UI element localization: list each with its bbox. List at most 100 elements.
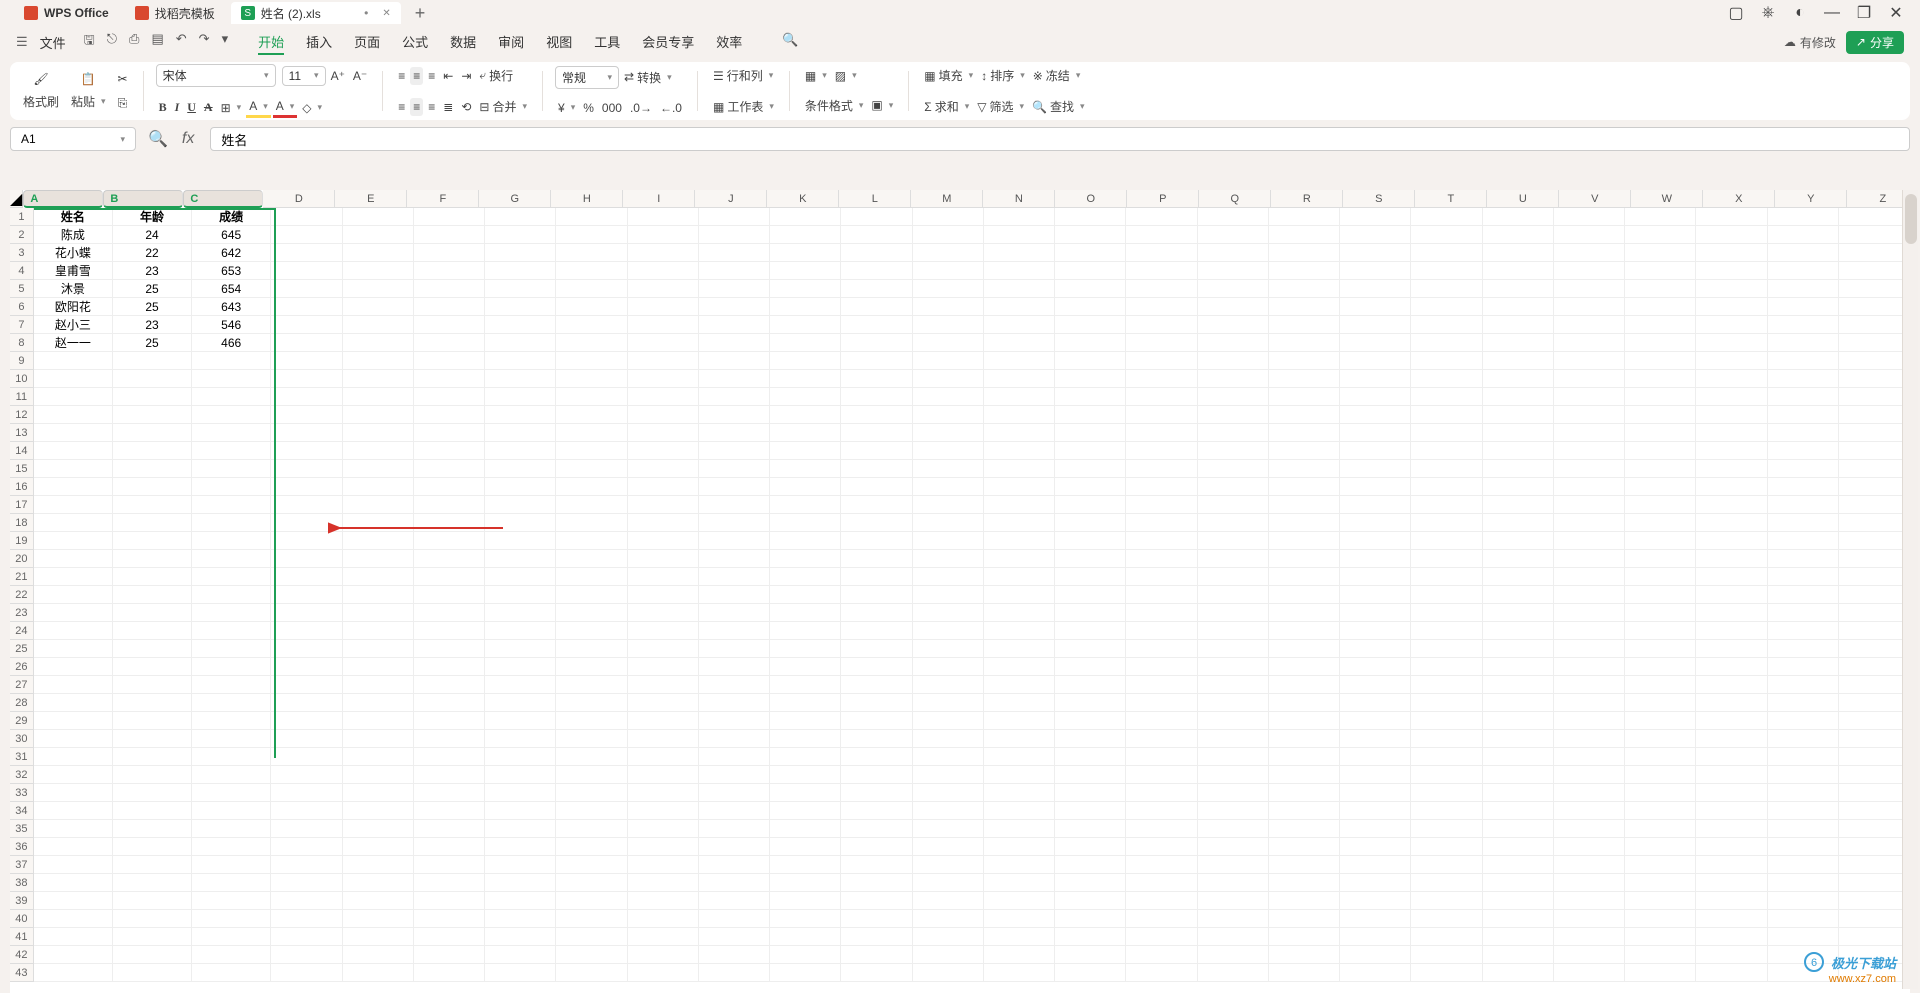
cell[interactable] (34, 352, 113, 370)
cell[interactable] (1340, 208, 1411, 226)
cell[interactable] (1340, 784, 1411, 802)
cell[interactable] (1340, 568, 1411, 586)
cell[interactable] (271, 892, 342, 910)
cell[interactable] (699, 568, 770, 586)
cell[interactable] (113, 676, 192, 694)
preview-icon[interactable]: ▤ (151, 31, 163, 53)
cell[interactable] (770, 244, 841, 262)
cell[interactable] (34, 532, 113, 550)
cell[interactable] (192, 640, 271, 658)
cell[interactable] (271, 568, 342, 586)
cell[interactable] (1340, 820, 1411, 838)
cell[interactable] (1625, 586, 1696, 604)
cell[interactable] (913, 298, 984, 316)
cell[interactable] (628, 604, 699, 622)
cell[interactable] (1055, 226, 1126, 244)
cell[interactable] (556, 856, 627, 874)
cell[interactable] (628, 892, 699, 910)
cell[interactable] (485, 640, 556, 658)
cell[interactable] (1269, 226, 1340, 244)
cell[interactable] (113, 568, 192, 586)
win-restore-icon[interactable]: ▢ (1720, 1, 1752, 25)
cell[interactable] (984, 820, 1055, 838)
cell[interactable] (1198, 856, 1269, 874)
cell[interactable] (113, 856, 192, 874)
row-header[interactable]: 8 (10, 334, 34, 352)
tab-formula[interactable]: 公式 (402, 30, 428, 55)
highlight-icon[interactable]: A▾ (246, 97, 271, 118)
cell[interactable] (1411, 388, 1482, 406)
cell[interactable] (913, 964, 984, 982)
cell[interactable] (414, 748, 485, 766)
cell[interactable] (628, 838, 699, 856)
cell[interactable] (1839, 478, 1910, 496)
cell[interactable] (1768, 730, 1839, 748)
cell[interactable] (1554, 244, 1625, 262)
cell[interactable] (34, 550, 113, 568)
cell[interactable] (984, 874, 1055, 892)
cell[interactable] (1055, 586, 1126, 604)
cell[interactable] (1625, 568, 1696, 586)
cell[interactable] (343, 298, 414, 316)
copy-icon[interactable]: ⎘ (115, 95, 131, 111)
cell[interactable] (770, 694, 841, 712)
cell[interactable] (1839, 640, 1910, 658)
cell[interactable] (34, 442, 113, 460)
cell[interactable] (1839, 370, 1910, 388)
cell[interactable] (1554, 334, 1625, 352)
fill-button[interactable]: ▦填充▾ (921, 65, 976, 86)
win-cube-icon[interactable]: ⎈ (1752, 1, 1784, 25)
cell[interactable] (841, 928, 912, 946)
cell[interactable] (841, 442, 912, 460)
cell[interactable] (343, 658, 414, 676)
cell[interactable] (1340, 874, 1411, 892)
cell[interactable] (414, 802, 485, 820)
cell[interactable] (1198, 406, 1269, 424)
cell[interactable] (34, 802, 113, 820)
cell[interactable] (913, 874, 984, 892)
cell[interactable] (414, 262, 485, 280)
cell[interactable] (414, 424, 485, 442)
cell[interactable] (770, 622, 841, 640)
cell[interactable] (1411, 694, 1482, 712)
cell[interactable] (271, 712, 342, 730)
cell[interactable] (1126, 262, 1197, 280)
cell[interactable] (271, 658, 342, 676)
cell[interactable]: 23 (113, 262, 192, 280)
cell[interactable] (1839, 874, 1910, 892)
cell[interactable] (1696, 406, 1767, 424)
cell[interactable] (1483, 226, 1554, 244)
cell[interactable] (113, 550, 192, 568)
cell[interactable] (841, 352, 912, 370)
cell[interactable] (1839, 622, 1910, 640)
cell[interactable] (343, 676, 414, 694)
cell[interactable] (1126, 298, 1197, 316)
cell[interactable] (1340, 280, 1411, 298)
cell[interactable] (1411, 478, 1482, 496)
cell[interactable] (1340, 298, 1411, 316)
cell[interactable] (556, 712, 627, 730)
cell[interactable] (556, 280, 627, 298)
cell[interactable] (1625, 838, 1696, 856)
col-header-S[interactable]: S (1343, 190, 1415, 208)
cell[interactable] (113, 766, 192, 784)
cell[interactable] (1839, 532, 1910, 550)
cell[interactable] (271, 748, 342, 766)
cell[interactable] (1839, 442, 1910, 460)
cell[interactable] (1483, 460, 1554, 478)
cell[interactable] (628, 334, 699, 352)
cell[interactable] (1554, 622, 1625, 640)
cell[interactable] (556, 586, 627, 604)
cell[interactable] (628, 424, 699, 442)
cell[interactable] (1483, 766, 1554, 784)
cell[interactable] (1411, 550, 1482, 568)
col-header-T[interactable]: T (1415, 190, 1487, 208)
cell[interactable] (841, 802, 912, 820)
cell[interactable] (699, 280, 770, 298)
cell[interactable] (1055, 460, 1126, 478)
cell[interactable] (34, 388, 113, 406)
cell[interactable] (556, 640, 627, 658)
cell[interactable] (343, 352, 414, 370)
cell[interactable] (192, 838, 271, 856)
cell[interactable] (271, 334, 342, 352)
